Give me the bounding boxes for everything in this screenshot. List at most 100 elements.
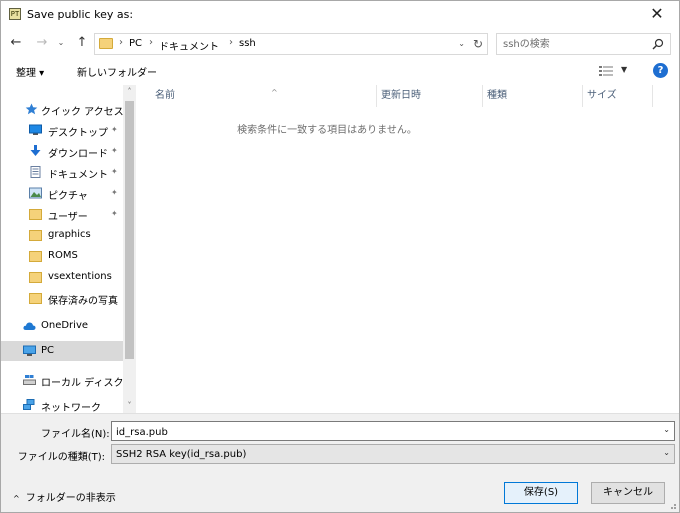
nav-item-documents[interactable]: ドキュメント ✦ [1,162,123,182]
nav-item-quick-access[interactable]: クイック アクセス [1,99,123,119]
hide-folders-toggle[interactable]: ^ フォルダーの非表示 [13,489,116,504]
nav-item-users[interactable]: ユーザー ✦ [1,204,123,224]
document-icon [30,166,41,178]
nav-item-onedrive[interactable]: OneDrive [1,316,123,336]
nav-item-desktop[interactable]: デスクトップ ✦ [1,120,123,140]
app-icon: PT [9,8,21,20]
view-options-icon[interactable] [599,65,613,77]
pin-icon[interactable]: ✦ [111,188,118,197]
nav-label: graphics [48,229,91,240]
computer-icon [23,345,36,356]
nav-label: OneDrive [41,320,89,331]
pin-icon[interactable]: ✦ [111,125,118,134]
breadcrumb-separator[interactable]: › [229,37,233,48]
scroll-down-button[interactable]: ˅ [123,399,136,413]
forward-button[interactable]: → [33,33,51,53]
filetype-select[interactable]: SSH2 RSA key(id_rsa.pub) ⌄ [111,444,675,464]
column-header-modified[interactable]: 更新日時 [377,85,483,107]
folder-icon [29,272,42,283]
search-box[interactable] [496,33,671,55]
nav-item-graphics[interactable]: graphics [1,225,123,245]
resize-grip-icon[interactable] [667,500,677,510]
breadcrumb-separator[interactable]: › [149,37,153,48]
filename-input[interactable] [116,425,646,439]
scroll-thumb[interactable] [125,101,134,359]
nav-label: ピクチャ [48,191,88,202]
nav-label: PC [41,345,55,356]
breadcrumb-pc[interactable]: PC [129,38,142,49]
nav-label: vsextentions [48,271,112,282]
cloud-icon [23,322,36,330]
column-label: サイズ [587,90,617,101]
nav-label: ROMS [48,250,78,261]
nav-label: 保存済みの写真 [48,296,118,307]
nav-item-pc[interactable]: PC [1,341,123,361]
command-bar: 整理 ▾ 新しいフォルダー ▼ ? [1,59,679,83]
new-folder-button[interactable]: 新しいフォルダー [77,64,157,79]
help-icon[interactable]: ? [653,63,668,78]
address-bar[interactable]: › PC › ドキュメント › ssh ⌄ ↻ [94,33,488,55]
nav-item-saved-pictures[interactable]: 保存済みの写真 [1,288,123,308]
filetype-value: SSH2 RSA key(id_rsa.pub) [116,449,247,460]
save-dialog: PT Save public key as: ✕ ← → ⌄ ↑ › PC › … [0,0,680,513]
hide-folders-label: フォルダーの非表示 [25,493,116,504]
navigation-bar: ← → ⌄ ↑ › PC › ドキュメント › ssh ⌄ ↻ [1,29,679,57]
search-input[interactable] [503,37,643,51]
filename-combobox[interactable]: ⌄ [111,421,675,441]
nav-item-local-disk[interactable]: ローカル ディスク (C:) [1,370,123,390]
up-button[interactable]: ↑ [73,33,91,53]
organize-button[interactable]: 整理 ▾ [16,64,44,79]
folder-icon [29,230,42,241]
sort-ascending-icon: ^ [271,88,278,97]
column-header-size[interactable]: サイズ [583,85,653,107]
folder-icon [29,209,42,220]
refresh-icon[interactable]: ↻ [473,35,483,53]
network-icon [23,399,35,410]
download-icon [30,145,41,156]
nav-item-pictures[interactable]: ピクチャ ✦ [1,183,123,203]
chevron-down-icon[interactable]: ⌄ [663,448,670,457]
nav-item-vsextentions[interactable]: vsextentions [1,267,123,287]
breadcrumb-documents[interactable]: ドキュメント [159,38,219,53]
drive-icon [23,375,36,385]
nav-label: ダウンロード [48,149,108,160]
nav-label: ローカル ディスク (C:) [41,378,123,389]
column-header-name[interactable]: 名前 ^ [151,85,377,107]
nav-label: クイック アクセス [41,107,123,118]
star-icon [25,103,38,115]
navigation-scrollbar[interactable]: ˄ ˅ [123,85,136,413]
column-label: 名前 [155,90,175,101]
recent-locations-button[interactable]: ⌄ [55,33,67,53]
cancel-button[interactable]: キャンセル [591,482,665,504]
save-button[interactable]: 保存(S) [504,482,578,504]
column-header-type[interactable]: 種類 [483,85,583,107]
pictures-icon [29,187,42,199]
nav-item-downloads[interactable]: ダウンロード ✦ [1,141,123,161]
folder-icon [29,293,42,304]
empty-message: 検索条件に一致する項目はありません。 [237,125,417,136]
chevron-down-icon[interactable]: ⌄ [663,425,670,434]
chevron-down-icon[interactable]: ⌄ [458,36,465,52]
scroll-up-button[interactable]: ˄ [123,85,136,99]
nav-item-network[interactable]: ネットワーク [1,395,123,413]
view-options-dropdown[interactable]: ▼ [621,65,627,74]
column-label: 種類 [487,90,507,101]
file-list[interactable]: 名前 ^ 更新日時 種類 サイズ 検索条件に一致する項目はありません。 [137,85,679,413]
nav-item-roms[interactable]: ROMS [1,246,123,266]
nav-label: ユーザー [48,212,88,223]
breadcrumb-separator[interactable]: › [119,37,123,48]
folder-icon [99,38,113,49]
title-bar: PT Save public key as: ✕ [1,1,679,29]
search-icon[interactable] [652,38,664,50]
nav-label: ドキュメント [48,170,108,181]
pin-icon[interactable]: ✦ [111,209,118,218]
nav-label: デスクトップ [48,128,108,139]
filename-label: ファイル名(N): [41,429,110,440]
back-button[interactable]: ← [7,33,25,53]
chevron-up-icon: ^ [13,494,20,503]
pin-icon[interactable]: ✦ [111,167,118,176]
breadcrumb-ssh[interactable]: ssh [239,38,256,49]
close-button[interactable]: ✕ [635,1,679,29]
pin-icon[interactable]: ✦ [111,146,118,155]
column-label: 更新日時 [381,90,421,101]
